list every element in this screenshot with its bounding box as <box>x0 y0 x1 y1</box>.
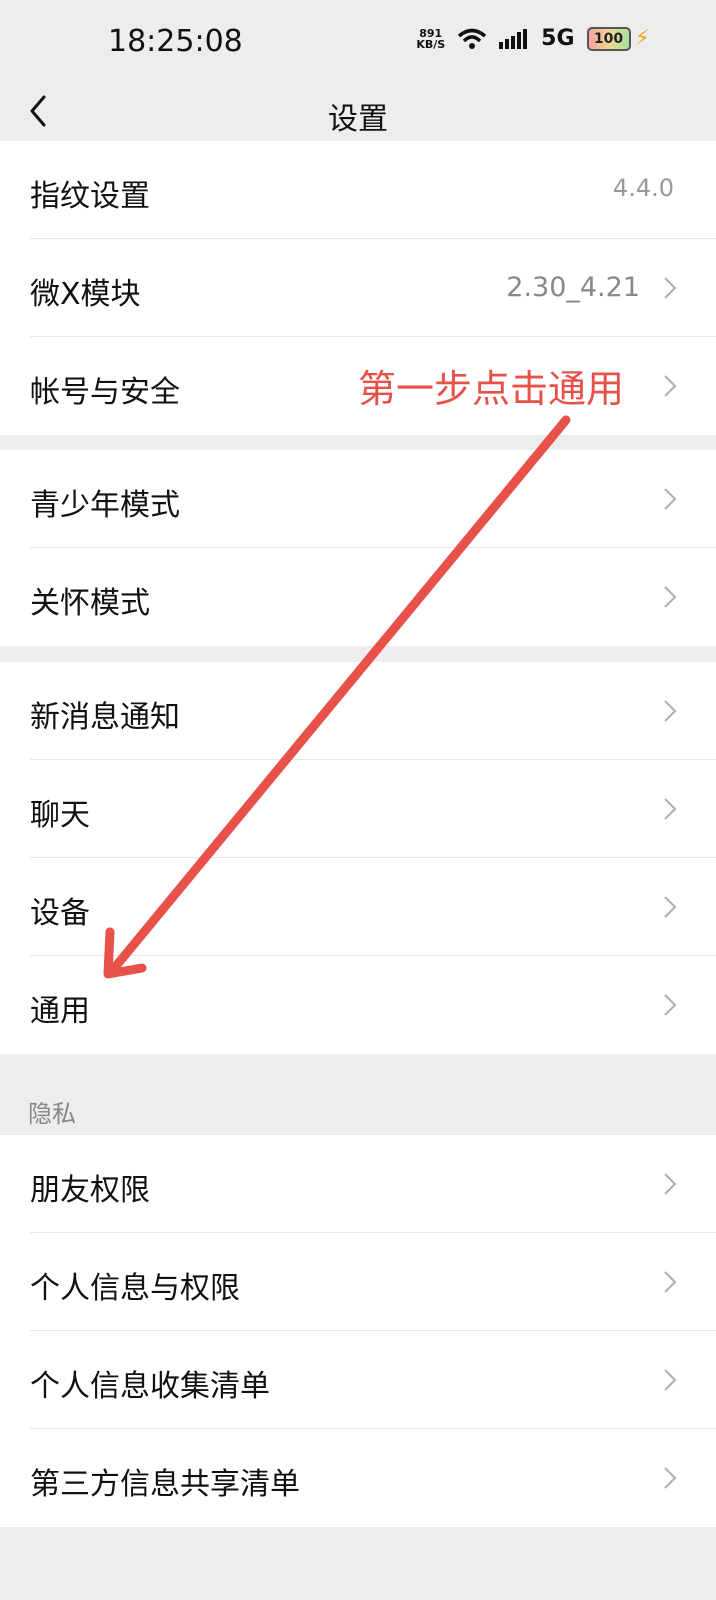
settings-item-label: 指纹设置 <box>30 179 150 214</box>
status-time: 18:25:08 <box>108 24 243 59</box>
settings-item-label: 新消息通知 <box>30 700 180 735</box>
settings-item-label: 设备 <box>30 896 90 931</box>
page-title: 设置 <box>328 102 388 137</box>
status-bar: 18:25:08 891 KB/S 5G 100 ⚡ <box>0 0 716 80</box>
settings-group-privacy: 朋友权限 个人信息与权限 个人信息收集清单 第三方信息共享清单 <box>0 1135 716 1527</box>
chevron-right-icon <box>664 798 677 820</box>
settings-item-label: 个人信息收集清单 <box>30 1369 270 1404</box>
chevron-right-icon <box>664 277 677 299</box>
chevron-right-icon <box>664 488 677 510</box>
settings-item-info-collection-list[interactable]: 个人信息收集清单 <box>0 1331 716 1429</box>
wifi-icon <box>457 28 487 50</box>
settings-item-general[interactable]: 通用 <box>0 956 716 1054</box>
settings-item-devices[interactable]: 设备 <box>0 858 716 956</box>
chevron-right-icon <box>664 375 677 397</box>
nav-bar: 设置 <box>0 80 716 143</box>
settings-item-teen-mode[interactable]: 青少年模式 <box>0 450 716 548</box>
settings-item-label: 朋友权限 <box>30 1173 150 1208</box>
chevron-right-icon <box>664 700 677 722</box>
settings-item-chat[interactable]: 聊天 <box>0 760 716 858</box>
net-speed-unit: KB/S <box>416 37 446 51</box>
status-icons: 891 KB/S 5G 100 ⚡ <box>416 26 650 51</box>
chevron-right-icon <box>664 586 677 608</box>
settings-item-friend-permissions[interactable]: 朋友权限 <box>0 1135 716 1233</box>
battery-icon: 100 <box>586 26 631 51</box>
settings-item-module[interactable]: 微X模块 2.30_4.21 <box>0 239 716 337</box>
signal-icon <box>499 28 529 49</box>
settings-group-modes: 青少年模式 关怀模式 <box>0 450 716 646</box>
settings-item-value: 2.30_4.21 <box>506 272 640 303</box>
settings-item-fingerprint[interactable]: 指纹设置 4.4.0 <box>0 141 716 239</box>
settings-item-notifications[interactable]: 新消息通知 <box>0 662 716 760</box>
section-title-privacy: 隐私 <box>28 1100 76 1128</box>
settings-item-personal-info-permissions[interactable]: 个人信息与权限 <box>0 1233 716 1331</box>
settings-item-care-mode[interactable]: 关怀模式 <box>0 548 716 646</box>
settings-item-label: 关怀模式 <box>30 586 150 621</box>
chevron-right-icon <box>664 896 677 918</box>
settings-item-label: 青少年模式 <box>30 488 180 523</box>
net-speed-value: 891 <box>419 26 443 40</box>
settings-item-label: 微X模块 <box>30 277 141 312</box>
chevron-right-icon <box>664 994 677 1016</box>
chevron-right-icon <box>664 1173 677 1195</box>
settings-item-third-party-sharing-list[interactable]: 第三方信息共享清单 <box>0 1429 716 1527</box>
chevron-right-icon <box>664 1467 677 1489</box>
charging-icon: ⚡ <box>634 26 650 51</box>
settings-item-label: 帐号与安全 <box>30 375 180 410</box>
net-speed: 891 KB/S <box>416 28 445 50</box>
annotation-text: 第一步点击通用 <box>358 367 625 411</box>
chevron-right-icon <box>664 1369 677 1391</box>
chevron-right-icon <box>664 1271 677 1293</box>
settings-item-label: 个人信息与权限 <box>30 1271 240 1306</box>
settings-group-general: 新消息通知 聊天 设备 通用 <box>0 662 716 1054</box>
network-type: 5G <box>541 26 575 51</box>
settings-item-label: 通用 <box>30 994 90 1029</box>
settings-item-label: 第三方信息共享清单 <box>30 1467 300 1502</box>
settings-item-label: 聊天 <box>30 798 90 833</box>
settings-item-value: 4.4.0 <box>612 174 674 202</box>
